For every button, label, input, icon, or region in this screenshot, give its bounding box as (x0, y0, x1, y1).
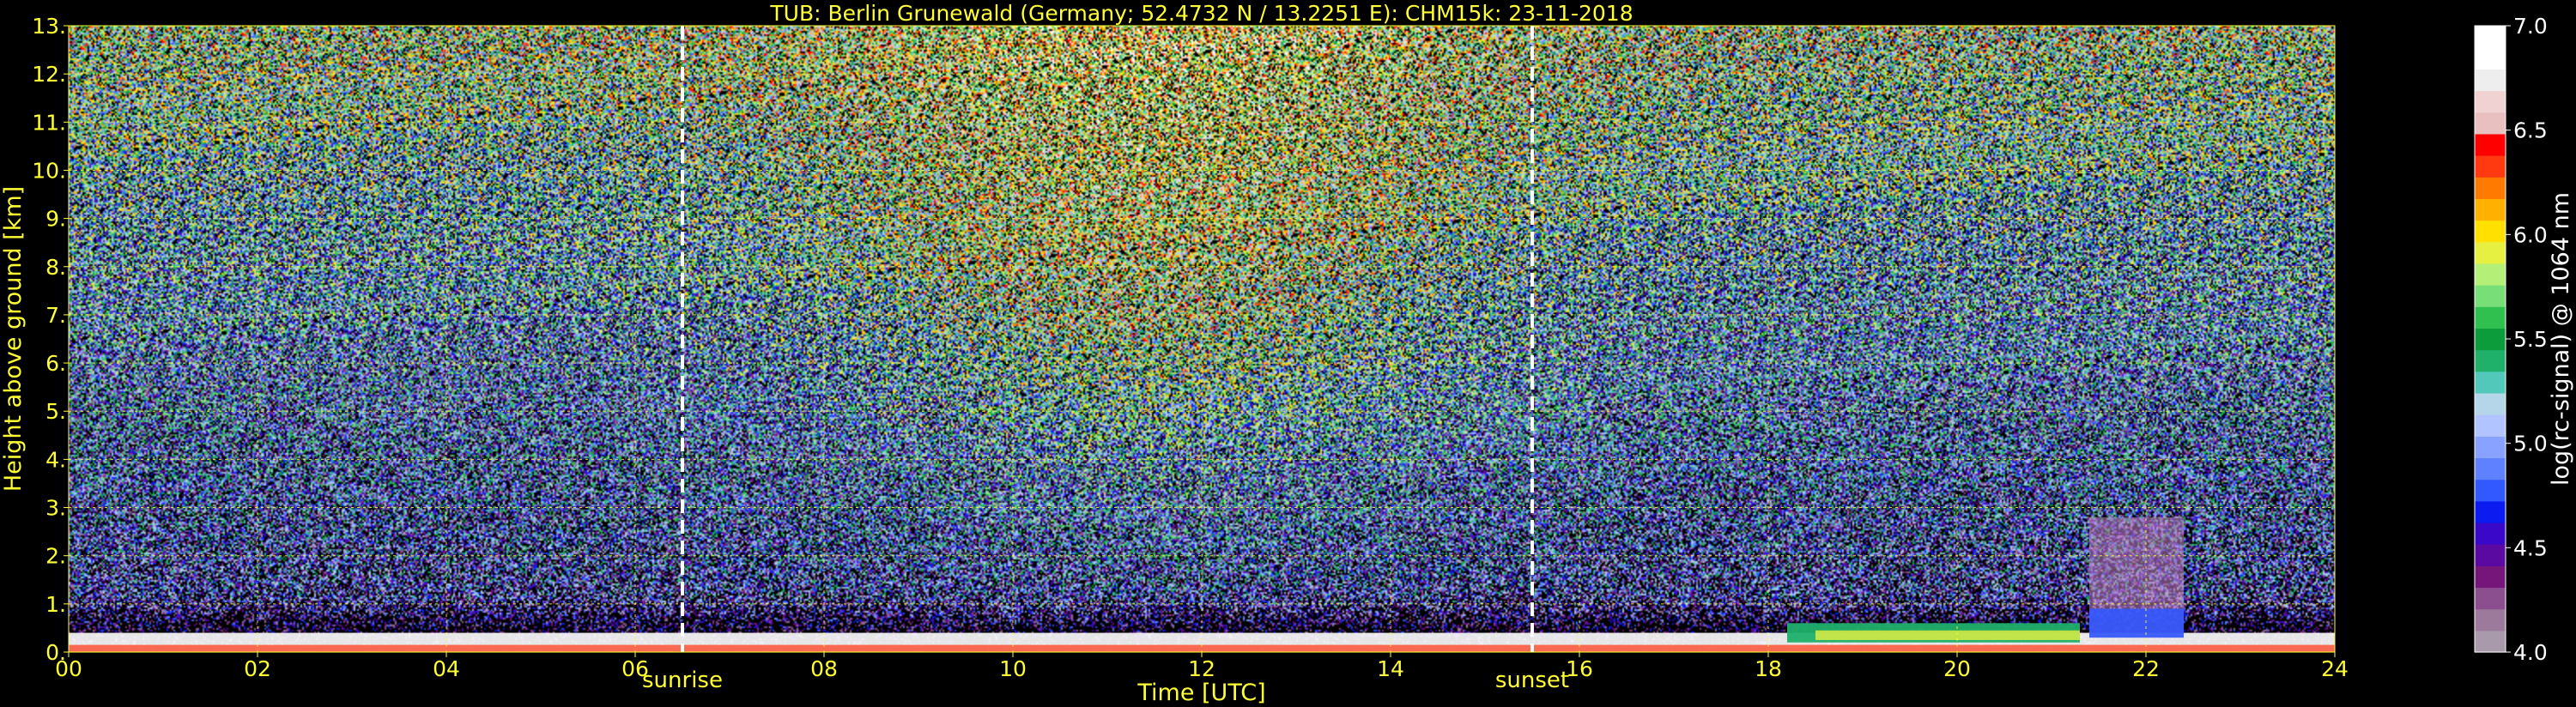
colorbar-swatch (2475, 522, 2506, 545)
precipitation-base (2089, 608, 2184, 638)
lidar-chart: TUB: Berlin Grunewald (Germany; 52.4732 … (0, 1, 2574, 706)
colorbar-label: log(rc-signal) @ 1064 nm (2548, 192, 2574, 486)
colorbar-swatch (2475, 133, 2506, 156)
colorbar-swatch (2475, 457, 2506, 480)
colorbar-swatch (2475, 26, 2506, 48)
x-tick-label: 04 (433, 656, 460, 681)
x-axis-ticks: 00 02 04 06 08 10 12 14 16 18 20 22 24 (55, 652, 2349, 681)
x-tick-label: 08 (810, 656, 838, 681)
x-tick-label: 12 (1188, 656, 1215, 681)
x-tick-label: 24 (2321, 656, 2349, 681)
colorbar-tick-label: 4.5 (2513, 535, 2548, 560)
colorbar-tick-label: 7.0 (2513, 14, 2548, 39)
colorbar-swatch (2475, 608, 2506, 631)
x-tick-label: 10 (999, 656, 1027, 681)
x-tick-label: 20 (1943, 656, 1971, 681)
colorbar: 4.0 4.5 5.0 5.5 6.0 6.5 7.0 log(rc-signal) @ 1… (2474, 14, 2574, 665)
colorbar-swatch (2475, 436, 2506, 459)
sunset-label: sunset (1495, 668, 1569, 693)
colorbar-tick-label: 5.0 (2513, 432, 2548, 456)
y-axis-ticks: 0. 1. 2. 3. 4. 5. 6. 7. 8. 9. 10. 11. 12. 13. (32, 14, 69, 665)
y-tick-label: 13. (32, 14, 66, 39)
colorbar-swatch (2475, 69, 2506, 92)
y-tick-label: 7. (45, 303, 66, 328)
y-tick-label: 10. (32, 158, 66, 183)
colorbar-swatch (2475, 371, 2506, 394)
y-tick-label: 8. (45, 255, 66, 280)
colorbar-swatch (2475, 263, 2506, 286)
colorbar-swatch (2475, 90, 2506, 113)
colorbar-tick-label: 4.0 (2513, 640, 2548, 665)
colorbar-swatch (2475, 479, 2506, 502)
y-tick-label: 6. (45, 351, 66, 376)
colorbar-swatch (2475, 565, 2506, 589)
colorbar-swatch (2475, 392, 2506, 415)
colorbar-swatch (2475, 155, 2506, 178)
colorbar-swatch (2475, 414, 2506, 437)
colorbar-swatch (2475, 349, 2506, 372)
sunrise-label: sunrise (642, 668, 723, 693)
colorbar-tick-label: 6.5 (2513, 118, 2548, 143)
y-tick-label: 12. (32, 62, 66, 87)
colorbar-swatch (2475, 500, 2506, 523)
y-tick-label: 4. (45, 447, 66, 472)
colorbar-swatch (2475, 47, 2506, 69)
colorbar-swatch (2475, 177, 2506, 199)
colorbar-tick-label: 5.5 (2513, 327, 2548, 352)
y-axis-label: Height above ground [km] (0, 186, 27, 492)
chart-title: TUB: Berlin Grunewald (Germany; 52.4732 … (769, 1, 1633, 26)
colorbar-swatch (2475, 328, 2506, 351)
colorbar-swatch (2475, 112, 2506, 135)
y-tick-label: 9. (45, 207, 66, 232)
x-tick-label: 16 (1566, 656, 1593, 681)
y-tick-label: 0. (45, 640, 66, 665)
x-tick-label: 06 (621, 656, 649, 681)
colorbar-swatch (2475, 285, 2506, 307)
x-tick-label: 22 (2132, 656, 2160, 681)
colorbar-swatch (2475, 544, 2506, 566)
colorbar-tick-label: 6.0 (2513, 222, 2548, 247)
x-tick-label: 18 (1755, 656, 1782, 681)
y-tick-label: 2. (45, 544, 66, 569)
colorbar-swatch (2475, 220, 2506, 243)
x-tick-label: 14 (1377, 656, 1404, 681)
x-tick-label: 02 (244, 656, 271, 681)
colorbar-swatch (2475, 630, 2506, 653)
colorbar-swatch (2475, 198, 2506, 221)
y-tick-label: 3. (45, 496, 66, 521)
y-tick-label: 1. (45, 592, 66, 617)
x-axis-label: Time [UTC] (1136, 680, 1265, 706)
aerosol-layer-core (1815, 630, 2080, 640)
colorbar-swatch (2475, 241, 2506, 264)
colorbar-swatch (2475, 587, 2506, 610)
y-tick-label: 11. (32, 110, 66, 135)
y-tick-label: 5. (45, 399, 66, 424)
colorbar-swatch (2475, 306, 2506, 329)
